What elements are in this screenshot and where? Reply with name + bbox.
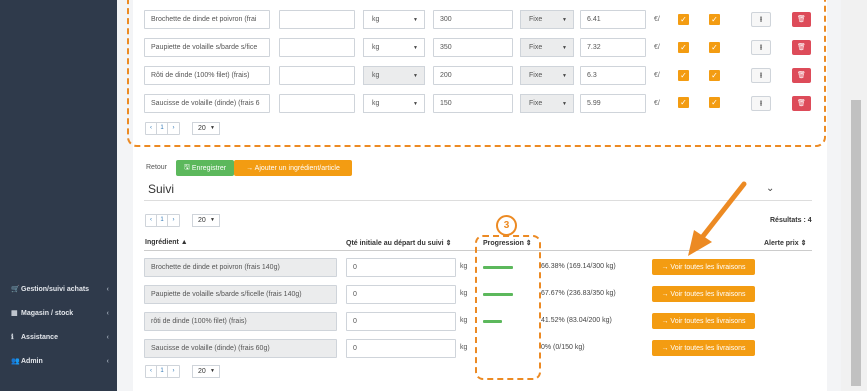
- suivi-ingredient-name: rôti de dinde (100% filet) (frais): [144, 312, 337, 331]
- enregistrer-label: Enregistrer: [191, 164, 227, 172]
- sidebar-item-gestion-achats[interactable]: 🛒 Gestion/suivi achats ‹: [0, 279, 117, 299]
- unit-label: kg: [460, 317, 468, 324]
- unit-label: kg: [460, 263, 468, 270]
- pagination-next[interactable]: ›: [168, 366, 179, 377]
- sidebar-item-label: Assistance: [21, 333, 58, 341]
- chevron-down-icon[interactable]: ⌄: [766, 183, 774, 194]
- progress-text: 66.38% (169.14/300 kg): [541, 263, 616, 270]
- sidebar-item-label: Admin: [21, 357, 43, 365]
- sidebar-item-label: Magasin / stock: [21, 309, 74, 317]
- info-icon: ℹ: [11, 334, 14, 341]
- page-size-value: 20: [198, 217, 206, 224]
- chevron-left-icon: ‹: [106, 357, 109, 365]
- column-header-ingredient[interactable]: Ingrédient ▲: [145, 239, 188, 246]
- chevron-left-icon: ‹: [106, 309, 109, 317]
- progress-text: 0% (0/150 kg): [541, 344, 585, 351]
- page-size-value: 20: [198, 368, 206, 375]
- sidebar-item-assistance[interactable]: ℹ Assistance ‹: [0, 327, 117, 347]
- chevron-left-icon: ‹: [106, 333, 109, 341]
- scrollbar-thumb[interactable]: [851, 100, 861, 386]
- column-header-alert[interactable]: Alerte prix ⇕: [764, 239, 806, 247]
- page-size-select[interactable]: 20 ▼: [192, 365, 220, 378]
- pagination-page[interactable]: 1: [157, 366, 168, 377]
- view-deliveries-button[interactable]: → Voir toutes les livraisons: [652, 313, 755, 329]
- enregistrer-button[interactable]: 🖫 Enregistrer: [176, 160, 234, 176]
- pagination-prev[interactable]: ‹: [146, 215, 157, 226]
- cubes-icon: ▦: [11, 310, 18, 317]
- pagination-prev[interactable]: ‹: [146, 366, 157, 377]
- pagination: ‹ 1 ›: [145, 214, 180, 227]
- sidebar-item-magasin-stock[interactable]: ▦ Magasin / stock ‹: [0, 303, 117, 323]
- view-deliveries-button[interactable]: → Voir toutes les livraisons: [652, 259, 755, 275]
- sidebar-item-admin[interactable]: 👥 Admin ‹: [0, 351, 117, 371]
- caret-down-icon: ▼: [210, 217, 215, 223]
- suivi-ingredient-name: Brochette de dinde et poivron (frais 140…: [144, 258, 337, 277]
- unit-label: kg: [460, 290, 468, 297]
- page-size-select[interactable]: 20 ▼: [192, 214, 220, 227]
- section-title: Suivi: [148, 182, 175, 196]
- cart-icon: 🛒: [11, 286, 20, 293]
- column-header-qty[interactable]: Qté initiale au départ du suivi ⇕: [346, 239, 451, 247]
- add-ingredient-button[interactable]: → Ajouter un ingrédient/article: [234, 160, 352, 176]
- highlight-box-ingredients: [127, 0, 826, 147]
- suivi-qty-input[interactable]: 0: [346, 312, 456, 331]
- highlight-box-progress: [475, 235, 541, 380]
- suivi-qty-input[interactable]: 0: [346, 258, 456, 277]
- sidebar-item-label: Gestion/suivi achats: [21, 285, 90, 293]
- pagination-next[interactable]: ›: [168, 215, 179, 226]
- suivi-ingredient-name: Paupiette de volaille s/barde s/ficelle …: [144, 285, 337, 304]
- annotation-number-badge: 3: [496, 215, 517, 236]
- results-count: Résultats : 4: [770, 217, 812, 224]
- pagination: ‹ 1 ›: [145, 365, 180, 378]
- suivi-qty-input[interactable]: 0: [346, 285, 456, 304]
- annotation-arrow-icon: [688, 181, 747, 256]
- progress-text: 67.67% (236.83/350 kg): [541, 290, 616, 297]
- view-deliveries-button[interactable]: → Voir toutes les livraisons: [652, 286, 755, 302]
- pagination-page[interactable]: 1: [157, 215, 168, 226]
- suivi-ingredient-name: Saucisse de volaille (dinde) (frais 60g): [144, 339, 337, 358]
- progress-text: 41.52% (83.04/200 kg): [541, 317, 612, 324]
- save-icon: 🖫: [183, 163, 190, 171]
- caret-down-icon: ▼: [210, 368, 215, 374]
- view-deliveries-button[interactable]: → Voir toutes les livraisons: [652, 340, 755, 356]
- retour-button[interactable]: Retour: [146, 164, 167, 171]
- sidebar: 🛒 Gestion/suivi achats ‹ ▦ Magasin / sto…: [0, 0, 117, 391]
- users-icon: 👥: [11, 358, 20, 365]
- chevron-left-icon: ‹: [106, 285, 109, 293]
- unit-label: kg: [460, 344, 468, 351]
- suivi-qty-input[interactable]: 0: [346, 339, 456, 358]
